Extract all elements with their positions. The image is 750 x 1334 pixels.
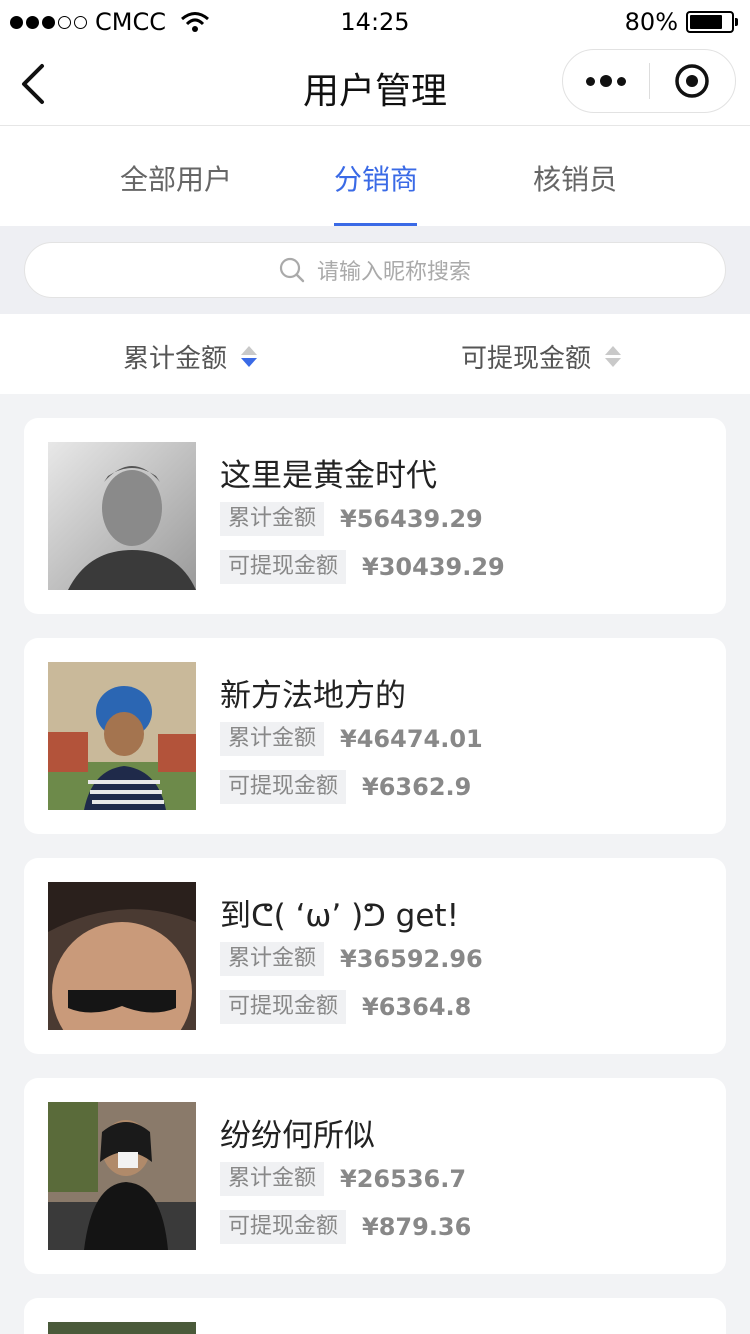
more-icon (585, 75, 626, 87)
search-input[interactable]: 请输入昵称搜索 (24, 242, 726, 298)
total-amount-row: 累计金额 ¥36592.96 (220, 942, 483, 976)
tab-all-users[interactable]: 全部用户 (120, 158, 232, 198)
nav-bar: 用户管理 (0, 44, 750, 126)
withdrawable-value: ¥6364.8 (362, 993, 472, 1021)
list-item[interactable]: 新方法地方的 累计金额 ¥46474.01 可提现金额 ¥6362.9 (24, 638, 726, 834)
total-amount-value: ¥46474.01 (340, 725, 483, 753)
withdrawable-tag: 可提现金额 (220, 990, 347, 1024)
withdrawable-value: ¥30439.29 (362, 553, 505, 581)
withdrawable-tag: 可提现金额 (220, 550, 347, 584)
total-amount-row: 累计金额 ¥56439.29 (220, 502, 483, 536)
user-name: 这里是黄金时代 (220, 458, 437, 494)
total-amount-tag: 累计金额 (220, 1162, 325, 1196)
user-name: 纷纷何所似 (220, 1118, 375, 1154)
total-amount-row: 累计金额 ¥26536.7 (220, 1162, 466, 1196)
sort-withdrawable-label: 可提现金额 (461, 344, 592, 374)
sort-arrows-icon (241, 346, 258, 367)
sort-bar: 累计金额 可提现金额 (0, 314, 750, 394)
avatar (48, 882, 196, 1030)
total-amount-value: ¥36592.96 (340, 945, 483, 973)
battery-icon (686, 11, 738, 33)
battery-percent: 80% (624, 8, 678, 36)
user-name: 到ᕦ( ‘ω’ )ᕤ get! (220, 898, 460, 934)
miniprogram-capsule (562, 49, 736, 113)
more-button[interactable] (563, 50, 649, 112)
list-item[interactable] (24, 1298, 726, 1334)
user-name: 新方法地方的 (220, 678, 406, 714)
withdrawable-value: ¥6362.9 (362, 773, 472, 801)
sort-total-label: 累计金额 (123, 344, 228, 374)
withdrawable-row: 可提现金额 ¥879.36 (220, 1210, 471, 1244)
list-item[interactable]: 纷纷何所似 累计金额 ¥26536.7 可提现金额 ¥879.36 (24, 1078, 726, 1274)
sort-withdrawable-amount[interactable]: 可提现金额 (461, 338, 622, 375)
sort-arrows-icon (605, 346, 622, 367)
avatar (48, 442, 196, 590)
withdrawable-tag: 可提现金额 (220, 1210, 347, 1244)
avatar (48, 1102, 196, 1250)
total-amount-value: ¥26536.7 (340, 1165, 467, 1193)
search-icon (279, 257, 305, 283)
total-amount-tag: 累计金额 (220, 942, 325, 976)
withdrawable-row: 可提现金额 ¥6362.9 (220, 770, 471, 804)
avatar (48, 1322, 196, 1334)
withdrawable-row: 可提现金额 ¥6364.8 (220, 990, 471, 1024)
withdrawable-value: ¥879.36 (362, 1213, 472, 1241)
search-placeholder: 请输入昵称搜索 (316, 260, 471, 285)
user-list: 这里是黄金时代 累计金额 ¥56439.29 可提现金额 ¥30439.29 新… (24, 418, 726, 1334)
withdrawable-row: 可提现金额 ¥30439.29 (220, 550, 505, 584)
total-amount-value: ¥56439.29 (340, 505, 483, 533)
total-amount-tag: 累计金额 (220, 722, 325, 756)
total-amount-row: 累计金额 ¥46474.01 (220, 722, 483, 756)
withdrawable-tag: 可提现金额 (220, 770, 347, 804)
total-amount-tag: 累计金额 (220, 502, 325, 536)
target-icon (675, 64, 709, 98)
search-area: 请输入昵称搜索 (0, 226, 750, 314)
close-miniprogram-button[interactable] (650, 50, 736, 112)
tab-distributors[interactable]: 分销商 (334, 158, 418, 198)
status-right: 80% (624, 8, 738, 36)
list-item[interactable]: 到ᕦ( ‘ω’ )ᕤ get! 累计金额 ¥36592.96 可提现金额 ¥63… (24, 858, 726, 1054)
status-bar: CMCC 14:25 80% (0, 0, 750, 44)
user-type-tabs: 全部用户 分销商 核销员 (0, 126, 750, 226)
sort-total-amount[interactable]: 累计金额 (123, 338, 258, 375)
avatar (48, 662, 196, 810)
tab-verifiers[interactable]: 核销员 (533, 158, 617, 198)
list-item[interactable]: 这里是黄金时代 累计金额 ¥56439.29 可提现金额 ¥30439.29 (24, 418, 726, 614)
